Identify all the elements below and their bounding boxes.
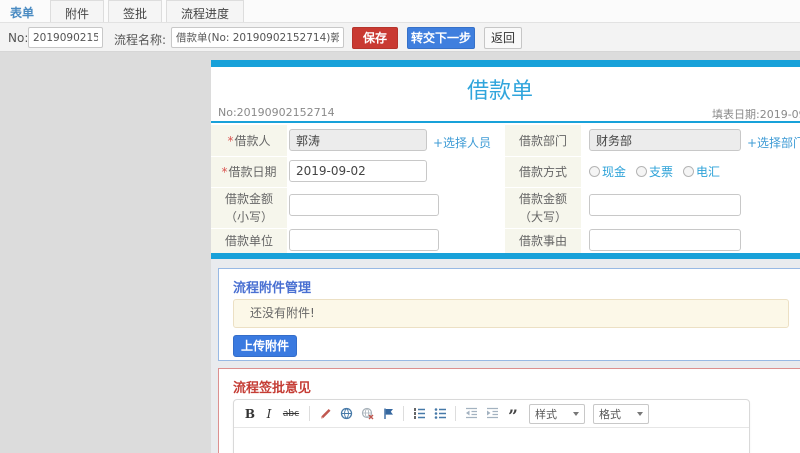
department-label: 借款部门 <box>505 125 581 156</box>
tab-approval[interactable]: 签批 <box>108 0 163 22</box>
toolbar-separator <box>455 406 456 421</box>
borrow-date-label: *借款日期 <box>211 157 287 187</box>
blockquote-button[interactable]: ” <box>505 405 521 426</box>
radio-wire[interactable]: 电汇 <box>683 163 720 180</box>
borrower-label: *借款人 <box>211 125 287 156</box>
attachments-section: 流程附件管理 还没有附件! 上传附件 <box>218 268 800 361</box>
tab-attachment[interactable]: 附件 <box>50 0 105 22</box>
editor-toolbar: B I abc ” 样式 格式 <box>234 400 749 428</box>
borrow-unit-label: 借款单位 <box>211 229 287 253</box>
bold-button[interactable]: B <box>242 405 258 423</box>
tab-form[interactable]: 表单 <box>0 0 46 22</box>
remove-format-icon[interactable] <box>317 405 333 423</box>
radio-icon[interactable] <box>589 166 600 177</box>
italic-button[interactable]: I <box>263 405 275 423</box>
save-button[interactable]: 保存 <box>352 27 398 49</box>
strikethrough-button[interactable]: abc <box>280 405 302 423</box>
upload-attachment-button[interactable]: 上传附件 <box>233 335 297 357</box>
sections-area: 流程附件管理 还没有附件! 上传附件 流程签批意见 B I abc ” 样式 格… <box>211 259 800 453</box>
department-input[interactable] <box>589 129 741 151</box>
styles-dropdown[interactable]: 样式 <box>529 403 585 424</box>
required-asterisk: * <box>221 165 228 179</box>
approval-section: 流程签批意见 B I abc ” 样式 格式 <box>218 368 800 453</box>
approval-heading: 流程签批意见 <box>233 381 312 396</box>
page: { "tabs": [ { "label": "表单", "active": t… <box>0 0 800 453</box>
amount-lower-input[interactable] <box>289 194 439 216</box>
amount-lower-label: 借款金额（小写） <box>211 188 287 228</box>
form-title: 借款单 <box>466 79 533 104</box>
chevron-down-icon <box>637 411 643 416</box>
form-panel: 借款单 No:20190902152714 填表日期:2019-09-02 15… <box>211 60 800 453</box>
radio-cash[interactable]: 现金 <box>589 163 626 180</box>
next-step-button[interactable]: 转交下一步 <box>407 27 475 49</box>
radio-icon[interactable] <box>683 166 695 177</box>
borrow-reason-label: 借款事由 <box>505 229 581 253</box>
fill-date: 填表日期:2019-09-02 15:27:1 <box>712 108 800 121</box>
editor-content-area[interactable] <box>234 428 749 453</box>
process-name-input[interactable] <box>171 27 344 48</box>
borrower-input[interactable] <box>289 129 427 151</box>
radio-check[interactable]: 支票 <box>636 163 673 180</box>
indent-icon[interactable] <box>484 405 500 423</box>
no-attachments-alert: 还没有附件! <box>233 299 789 328</box>
bulleted-list-icon[interactable] <box>432 405 448 423</box>
tab-bar: 表单 附件 签批 流程进度 <box>0 0 800 23</box>
unlink-icon[interactable] <box>359 405 375 423</box>
top-accent-bar <box>211 60 800 67</box>
document-number: No:20190902152714 <box>218 106 335 119</box>
select-department-link[interactable]: +选择部门 <box>747 134 800 151</box>
numbered-list-icon[interactable] <box>411 405 427 423</box>
borrow-reason-input[interactable] <box>589 229 741 251</box>
select-person-link[interactable]: +选择人员 <box>433 134 491 151</box>
tab-progress[interactable]: 流程进度 <box>166 0 245 22</box>
amount-upper-label: 借款金额（大写） <box>505 188 581 228</box>
title-divider <box>211 121 800 123</box>
amount-upper-input[interactable] <box>589 194 741 216</box>
back-button[interactable]: 返回 <box>484 27 522 49</box>
no-input[interactable] <box>28 27 103 48</box>
toolbar-separator <box>309 406 310 421</box>
format-dropdown[interactable]: 格式 <box>593 403 649 424</box>
chevron-down-icon <box>573 411 579 416</box>
borrow-method-radios: 现金 支票 电汇 <box>589 163 726 180</box>
toolbar-row: No: 流程名称: 保存 转交下一步 返回 <box>0 23 800 52</box>
link-icon[interactable] <box>338 405 354 423</box>
borrow-date-input[interactable] <box>289 160 427 182</box>
process-name-label: 流程名称: <box>114 33 167 47</box>
attachments-heading: 流程附件管理 <box>233 281 312 296</box>
approval-comment-editor[interactable]: B I abc ” 样式 格式 <box>233 399 750 453</box>
toolbar-separator <box>403 406 404 421</box>
borrow-method-label: 借款方式 <box>505 157 581 187</box>
radio-icon[interactable] <box>636 166 648 177</box>
borrow-unit-input[interactable] <box>289 229 439 251</box>
anchor-flag-icon[interactable] <box>380 405 396 423</box>
required-asterisk: * <box>227 133 234 148</box>
no-label: No: <box>8 31 29 45</box>
outdent-icon[interactable] <box>463 405 479 423</box>
